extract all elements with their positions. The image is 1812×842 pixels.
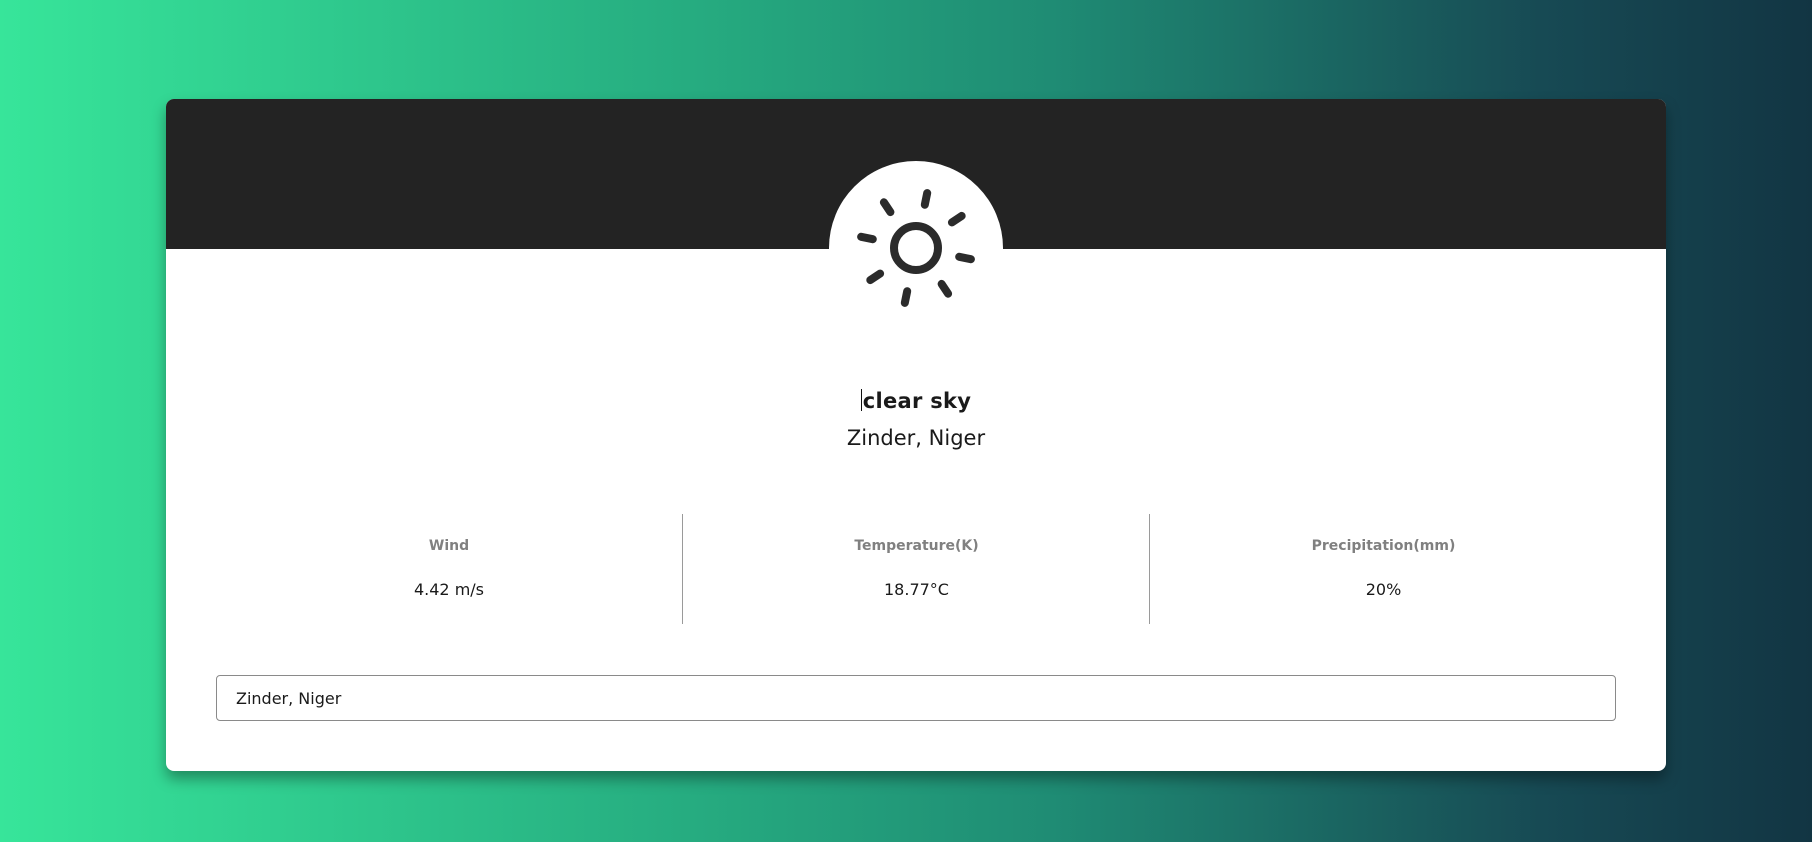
weather-icon-badge — [829, 161, 1003, 335]
stat-label: Precipitation(mm) — [1311, 538, 1456, 554]
stat-precipitation: Precipitation(mm) 20% — [1149, 514, 1617, 624]
stat-label: Wind — [428, 538, 470, 554]
weather-card: clear sky Zinder, Niger Wind 4.42 m/s Te… — [166, 99, 1666, 771]
text-cursor — [860, 389, 862, 411]
location-name: Zinder, Niger — [846, 426, 986, 450]
stat-value: 20% — [1365, 580, 1402, 599]
weather-condition-text: clear sky — [862, 389, 972, 413]
location-search-input[interactable] — [216, 675, 1616, 721]
weather-stats: Wind 4.42 m/s Temperature(K) 18.77°C Pre… — [166, 514, 1666, 624]
stat-value: 4.42 m/s — [413, 580, 485, 599]
stat-value: 18.77°C — [884, 580, 949, 599]
stat-temperature: Temperature(K) 18.77°C — [682, 514, 1150, 624]
stat-wind: Wind 4.42 m/s — [216, 514, 682, 624]
weather-condition: clear sky — [166, 389, 1666, 413]
stat-label: Temperature(K) — [854, 538, 979, 554]
sun-icon — [857, 189, 975, 307]
